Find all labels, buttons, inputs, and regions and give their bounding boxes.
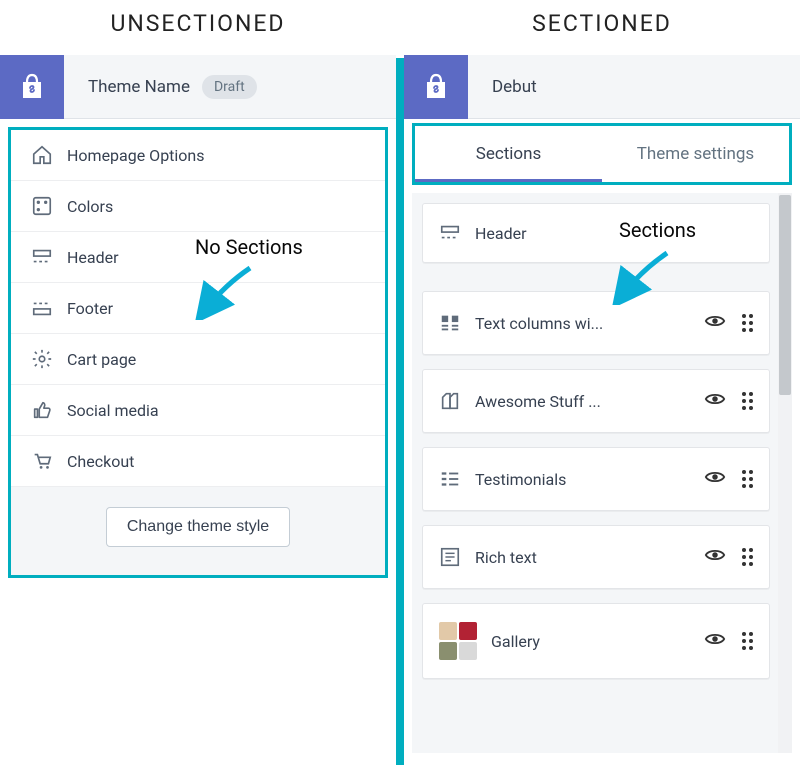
collection-icon	[439, 390, 461, 412]
annotation-no-sections: No Sections	[195, 235, 303, 259]
thumbs-up-icon	[31, 399, 53, 421]
section-label: Awesome Stuff ...	[475, 392, 690, 411]
vertical-divider	[396, 58, 404, 765]
right-panel: Debut Sections Theme settings Header	[404, 55, 800, 753]
left-heading: UNSECTIONED	[0, 10, 396, 37]
section-card-testimonials[interactable]: Testimonials	[422, 447, 770, 511]
section-card-awesome-stuff[interactable]: Awesome Stuff ...	[422, 369, 770, 433]
card-actions	[704, 544, 753, 570]
visibility-icon[interactable]	[704, 628, 726, 654]
drag-handle-icon[interactable]	[742, 548, 753, 566]
section-label: Text columns wi...	[475, 314, 690, 333]
menu-label: Homepage Options	[67, 146, 205, 165]
right-column: SECTIONED Debut Sections Theme settings	[404, 0, 800, 773]
left-panel: Theme Name Draft Homepage Options	[0, 55, 396, 578]
annotation-sections: Sections	[619, 218, 696, 242]
drag-handle-icon[interactable]	[742, 314, 753, 332]
shopify-logo	[0, 55, 64, 119]
cart-icon	[31, 450, 53, 472]
tab-sections[interactable]: Sections	[415, 126, 602, 182]
gallery-thumbnails-icon	[439, 622, 477, 660]
visibility-icon[interactable]	[704, 466, 726, 492]
section-label: Gallery	[491, 632, 690, 651]
section-card-header[interactable]: Header	[422, 203, 770, 263]
menu-label: Colors	[67, 197, 113, 216]
card-actions	[704, 310, 753, 336]
menu-item-footer[interactable]: Footer	[11, 283, 385, 334]
left-column: UNSECTIONED Theme Name Draft	[0, 0, 396, 773]
visibility-icon[interactable]	[704, 310, 726, 336]
theme-name: Debut	[492, 77, 537, 97]
settings-menu: Homepage Options Colors Header	[11, 130, 385, 486]
theme-title-wrap: Debut	[468, 77, 537, 97]
left-menu-box: Homepage Options Colors Header	[8, 127, 388, 578]
section-label: Rich text	[475, 548, 690, 567]
left-topbar: Theme Name Draft	[0, 55, 396, 119]
header-icon	[439, 222, 461, 244]
visibility-icon[interactable]	[704, 388, 726, 414]
drag-handle-icon[interactable]	[742, 470, 753, 488]
right-heading: SECTIONED	[404, 10, 800, 37]
menu-label: Header	[67, 248, 119, 267]
menu-item-checkout[interactable]: Checkout	[11, 436, 385, 486]
testimonials-icon	[439, 468, 461, 490]
scrollbar-thumb[interactable]	[779, 195, 791, 395]
header-icon	[31, 246, 53, 268]
sections-scroll-pane: Header Text columns wi...	[412, 193, 792, 753]
section-card-text-columns[interactable]: Text columns wi...	[422, 291, 770, 355]
columns-icon	[439, 312, 461, 334]
tabs-box: Sections Theme settings	[412, 123, 792, 185]
theme-name: Theme Name	[88, 77, 190, 97]
gear-icon	[31, 348, 53, 370]
shopify-logo	[404, 55, 468, 119]
menu-label: Footer	[67, 299, 113, 318]
card-actions	[704, 628, 753, 654]
menu-label: Cart page	[67, 350, 136, 369]
section-card-rich-text[interactable]: Rich text	[422, 525, 770, 589]
menu-label: Checkout	[67, 452, 134, 471]
menu-item-social[interactable]: Social media	[11, 385, 385, 436]
change-theme-style-button[interactable]: Change theme style	[106, 507, 290, 547]
footer-icon	[31, 297, 53, 319]
theme-title-wrap: Theme Name Draft	[64, 75, 257, 99]
draft-badge: Draft	[202, 75, 257, 99]
shopify-bag-icon	[19, 72, 45, 102]
card-actions	[704, 466, 753, 492]
tab-theme-settings[interactable]: Theme settings	[602, 126, 789, 182]
visibility-icon[interactable]	[704, 544, 726, 570]
drag-handle-icon[interactable]	[742, 632, 753, 650]
palette-icon	[31, 195, 53, 217]
comparison-container: UNSECTIONED Theme Name Draft	[0, 0, 800, 773]
menu-item-homepage[interactable]: Homepage Options	[11, 130, 385, 181]
home-icon	[31, 144, 53, 166]
card-actions	[704, 388, 753, 414]
drag-handle-icon[interactable]	[742, 392, 753, 410]
rich-text-icon	[439, 546, 461, 568]
menu-item-colors[interactable]: Colors	[11, 181, 385, 232]
change-theme-area: Change theme style	[11, 486, 385, 575]
shopify-bag-icon	[423, 72, 449, 102]
right-topbar: Debut	[404, 55, 800, 119]
menu-item-cart[interactable]: Cart page	[11, 334, 385, 385]
section-label: Header	[475, 224, 753, 243]
scrollbar-track[interactable]	[778, 193, 792, 753]
section-card-gallery[interactable]: Gallery	[422, 603, 770, 679]
menu-label: Social media	[67, 401, 159, 420]
section-label: Testimonials	[475, 470, 690, 489]
